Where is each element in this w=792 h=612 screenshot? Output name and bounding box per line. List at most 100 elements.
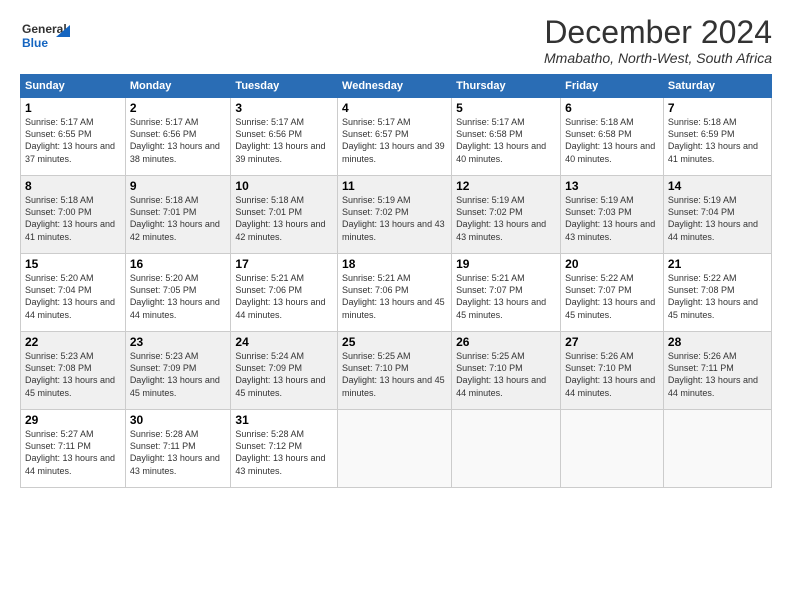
day-detail: Sunrise: 5:20 AMSunset: 7:05 PMDaylight:… (130, 273, 220, 319)
calendar-cell: 25 Sunrise: 5:25 AMSunset: 7:10 PMDaylig… (338, 332, 452, 410)
day-number: 18 (342, 257, 447, 271)
day-number: 31 (235, 413, 333, 427)
calendar-cell: 5 Sunrise: 5:17 AMSunset: 6:58 PMDayligh… (452, 98, 561, 176)
day-detail: Sunrise: 5:21 AMSunset: 7:06 PMDaylight:… (235, 273, 325, 319)
calendar-week-row: 1 Sunrise: 5:17 AMSunset: 6:55 PMDayligh… (21, 98, 772, 176)
day-number: 8 (25, 179, 121, 193)
day-number: 29 (25, 413, 121, 427)
calendar-cell: 12 Sunrise: 5:19 AMSunset: 7:02 PMDaylig… (452, 176, 561, 254)
main-title: December 2024 (544, 15, 772, 50)
day-number: 3 (235, 101, 333, 115)
day-header: Saturday (663, 75, 771, 98)
day-detail: Sunrise: 5:19 AMSunset: 7:04 PMDaylight:… (668, 195, 758, 241)
day-detail: Sunrise: 5:18 AMSunset: 7:00 PMDaylight:… (25, 195, 115, 241)
calendar-cell: 1 Sunrise: 5:17 AMSunset: 6:55 PMDayligh… (21, 98, 126, 176)
day-detail: Sunrise: 5:17 AMSunset: 6:56 PMDaylight:… (235, 117, 325, 163)
day-number: 17 (235, 257, 333, 271)
day-number: 22 (25, 335, 121, 349)
day-header-row: SundayMondayTuesdayWednesdayThursdayFrid… (21, 75, 772, 98)
calendar-cell: 7 Sunrise: 5:18 AMSunset: 6:59 PMDayligh… (663, 98, 771, 176)
calendar-table: SundayMondayTuesdayWednesdayThursdayFrid… (20, 74, 772, 488)
day-header: Sunday (21, 75, 126, 98)
day-detail: Sunrise: 5:26 AMSunset: 7:11 PMDaylight:… (668, 351, 758, 397)
day-detail: Sunrise: 5:25 AMSunset: 7:10 PMDaylight:… (342, 351, 445, 397)
day-detail: Sunrise: 5:21 AMSunset: 7:06 PMDaylight:… (342, 273, 445, 319)
calendar-week-row: 15 Sunrise: 5:20 AMSunset: 7:04 PMDaylig… (21, 254, 772, 332)
day-detail: Sunrise: 5:25 AMSunset: 7:10 PMDaylight:… (456, 351, 546, 397)
day-number: 25 (342, 335, 447, 349)
calendar-cell: 30 Sunrise: 5:28 AMSunset: 7:11 PMDaylig… (125, 410, 231, 488)
day-detail: Sunrise: 5:19 AMSunset: 7:02 PMDaylight:… (342, 195, 445, 241)
day-number: 20 (565, 257, 659, 271)
calendar-cell: 24 Sunrise: 5:24 AMSunset: 7:09 PMDaylig… (231, 332, 338, 410)
header: General Blue December 2024 Mmabatho, Nor… (20, 15, 772, 66)
calendar-cell: 23 Sunrise: 5:23 AMSunset: 7:09 PMDaylig… (125, 332, 231, 410)
calendar-cell: 16 Sunrise: 5:20 AMSunset: 7:05 PMDaylig… (125, 254, 231, 332)
calendar-week-row: 8 Sunrise: 5:18 AMSunset: 7:00 PMDayligh… (21, 176, 772, 254)
day-number: 5 (456, 101, 556, 115)
day-number: 28 (668, 335, 767, 349)
calendar-cell (452, 410, 561, 488)
day-number: 7 (668, 101, 767, 115)
day-header: Thursday (452, 75, 561, 98)
day-detail: Sunrise: 5:22 AMSunset: 7:08 PMDaylight:… (668, 273, 758, 319)
day-detail: Sunrise: 5:17 AMSunset: 6:57 PMDaylight:… (342, 117, 445, 163)
day-number: 16 (130, 257, 227, 271)
calendar-cell: 31 Sunrise: 5:28 AMSunset: 7:12 PMDaylig… (231, 410, 338, 488)
day-header: Tuesday (231, 75, 338, 98)
day-detail: Sunrise: 5:23 AMSunset: 7:08 PMDaylight:… (25, 351, 115, 397)
day-number: 19 (456, 257, 556, 271)
calendar-cell: 21 Sunrise: 5:22 AMSunset: 7:08 PMDaylig… (663, 254, 771, 332)
day-number: 30 (130, 413, 227, 427)
day-detail: Sunrise: 5:24 AMSunset: 7:09 PMDaylight:… (235, 351, 325, 397)
day-number: 23 (130, 335, 227, 349)
calendar-cell: 29 Sunrise: 5:27 AMSunset: 7:11 PMDaylig… (21, 410, 126, 488)
day-number: 4 (342, 101, 447, 115)
day-detail: Sunrise: 5:17 AMSunset: 6:56 PMDaylight:… (130, 117, 220, 163)
day-detail: Sunrise: 5:28 AMSunset: 7:12 PMDaylight:… (235, 429, 325, 475)
day-number: 27 (565, 335, 659, 349)
day-detail: Sunrise: 5:26 AMSunset: 7:10 PMDaylight:… (565, 351, 655, 397)
calendar-cell (338, 410, 452, 488)
calendar-cell: 19 Sunrise: 5:21 AMSunset: 7:07 PMDaylig… (452, 254, 561, 332)
calendar-cell: 22 Sunrise: 5:23 AMSunset: 7:08 PMDaylig… (21, 332, 126, 410)
subtitle: Mmabatho, North-West, South Africa (544, 50, 772, 66)
day-detail: Sunrise: 5:17 AMSunset: 6:55 PMDaylight:… (25, 117, 115, 163)
calendar-cell: 18 Sunrise: 5:21 AMSunset: 7:06 PMDaylig… (338, 254, 452, 332)
day-detail: Sunrise: 5:19 AMSunset: 7:03 PMDaylight:… (565, 195, 655, 241)
calendar-cell: 4 Sunrise: 5:17 AMSunset: 6:57 PMDayligh… (338, 98, 452, 176)
calendar-cell: 20 Sunrise: 5:22 AMSunset: 7:07 PMDaylig… (561, 254, 664, 332)
day-detail: Sunrise: 5:19 AMSunset: 7:02 PMDaylight:… (456, 195, 546, 241)
logo: General Blue (20, 15, 70, 55)
day-number: 1 (25, 101, 121, 115)
calendar-cell: 26 Sunrise: 5:25 AMSunset: 7:10 PMDaylig… (452, 332, 561, 410)
calendar-cell: 10 Sunrise: 5:18 AMSunset: 7:01 PMDaylig… (231, 176, 338, 254)
day-header: Monday (125, 75, 231, 98)
calendar-cell: 8 Sunrise: 5:18 AMSunset: 7:00 PMDayligh… (21, 176, 126, 254)
calendar-cell: 6 Sunrise: 5:18 AMSunset: 6:58 PMDayligh… (561, 98, 664, 176)
day-detail: Sunrise: 5:18 AMSunset: 7:01 PMDaylight:… (130, 195, 220, 241)
day-number: 11 (342, 179, 447, 193)
calendar-cell: 17 Sunrise: 5:21 AMSunset: 7:06 PMDaylig… (231, 254, 338, 332)
calendar-cell (663, 410, 771, 488)
day-number: 12 (456, 179, 556, 193)
calendar-cell: 14 Sunrise: 5:19 AMSunset: 7:04 PMDaylig… (663, 176, 771, 254)
day-number: 13 (565, 179, 659, 193)
day-detail: Sunrise: 5:27 AMSunset: 7:11 PMDaylight:… (25, 429, 115, 475)
day-detail: Sunrise: 5:23 AMSunset: 7:09 PMDaylight:… (130, 351, 220, 397)
svg-text:Blue: Blue (22, 36, 48, 50)
day-header: Wednesday (338, 75, 452, 98)
day-number: 2 (130, 101, 227, 115)
title-section: December 2024 Mmabatho, North-West, Sout… (544, 15, 772, 66)
calendar-week-row: 29 Sunrise: 5:27 AMSunset: 7:11 PMDaylig… (21, 410, 772, 488)
calendar-cell (561, 410, 664, 488)
day-detail: Sunrise: 5:28 AMSunset: 7:11 PMDaylight:… (130, 429, 220, 475)
calendar-cell: 13 Sunrise: 5:19 AMSunset: 7:03 PMDaylig… (561, 176, 664, 254)
day-number: 6 (565, 101, 659, 115)
calendar-cell: 28 Sunrise: 5:26 AMSunset: 7:11 PMDaylig… (663, 332, 771, 410)
day-number: 14 (668, 179, 767, 193)
day-detail: Sunrise: 5:17 AMSunset: 6:58 PMDaylight:… (456, 117, 546, 163)
logo-icon: General Blue (20, 15, 70, 55)
day-detail: Sunrise: 5:21 AMSunset: 7:07 PMDaylight:… (456, 273, 546, 319)
calendar-week-row: 22 Sunrise: 5:23 AMSunset: 7:08 PMDaylig… (21, 332, 772, 410)
